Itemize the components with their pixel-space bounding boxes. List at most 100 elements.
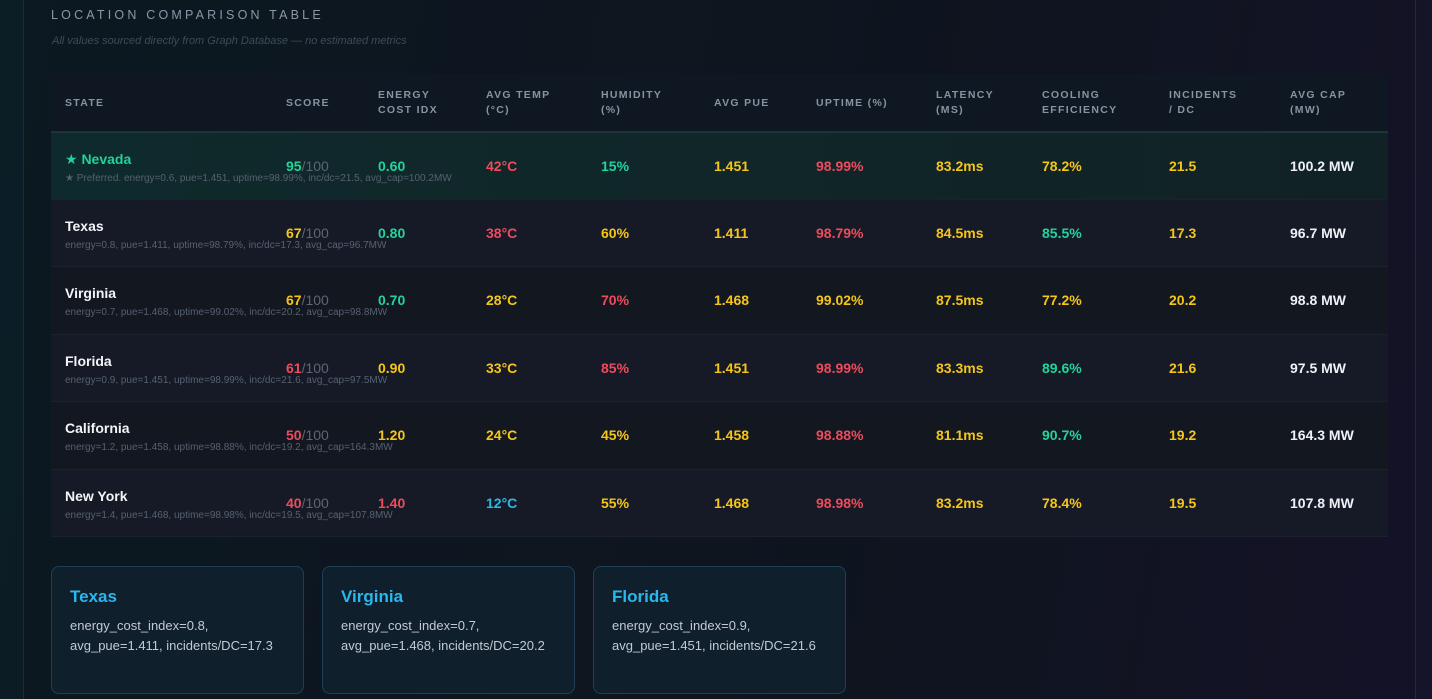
- state-name: Texas: [65, 217, 104, 234]
- latency-cell: 84.5ms: [936, 224, 984, 241]
- state-metrics-summary: energy=1.4, pue=1.468, uptime=98.98%, in…: [65, 509, 393, 521]
- uptime-cell: 99.02%: [816, 292, 864, 309]
- table-body: ★ Nevada ★ Preferred. energy=0.6, pue=1.4…: [51, 132, 1388, 537]
- table-row[interactable]: Texas energy=0.8, pue=1.411, uptime=98.79…: [51, 199, 1388, 267]
- table-row[interactable]: New York energy=1.4, pue=1.468, uptime=98…: [51, 469, 1388, 537]
- score-cell: 67/100: [286, 267, 329, 334]
- latency-cell: 87.5ms: [936, 292, 984, 309]
- uptime-cell: 98.99%: [816, 359, 864, 376]
- incidents-cell: 21.5: [1169, 157, 1197, 174]
- cooling-efficiency-cell: 78.4%: [1042, 494, 1082, 511]
- incidents-cell: 19.5: [1169, 494, 1197, 511]
- card-title: Virginia: [341, 587, 404, 606]
- incidents-cell: 19.2: [1169, 427, 1197, 444]
- energy-cost-cell: 1.20: [378, 427, 406, 444]
- table-row[interactable]: ★ Nevada ★ Preferred. energy=0.6, pue=1.4…: [51, 132, 1388, 200]
- state-name: Virginia: [65, 285, 117, 301]
- table-row[interactable]: Florida energy=0.9, pue=1.451, uptime=98.…: [51, 334, 1388, 402]
- column-header[interactable]: ENERGY COST IDX: [378, 74, 478, 132]
- score-value: 67: [286, 224, 302, 241]
- card-body: energy_cost_index=0.9, avg_pue=1.451, in…: [612, 618, 816, 653]
- energy-cost-cell: 1.40: [378, 494, 406, 511]
- state-metrics-summary: energy=0.7, pue=1.468, uptime=99.02%, in…: [65, 307, 388, 318]
- highlight-card[interactable]: Virginia energy_cost_index=0.7, avg_pue=1…: [322, 566, 575, 694]
- uptime-cell: 98.99%: [816, 157, 864, 174]
- score-value: 61: [286, 359, 302, 376]
- humidity-cell: 15%: [601, 157, 630, 174]
- state-name: California: [65, 420, 130, 436]
- highlight-card[interactable]: Texas energy_cost_index=0.8, avg_pue=1.41…: [51, 566, 304, 694]
- avg-cap-cell: 107.8 MW: [1290, 494, 1354, 511]
- humidity-cell: 45%: [601, 427, 630, 444]
- score-value: 95: [286, 157, 302, 174]
- avg-temp-cell: 38°C: [486, 224, 518, 241]
- highlight-card[interactable]: Florida energy_cost_index=0.9, avg_pue=1.…: [593, 566, 846, 694]
- section-title: LOCATION COMPARISON TABLE: [51, 8, 324, 22]
- column-header[interactable]: INCIDENTS / DC: [1169, 74, 1279, 132]
- section-subtitle: All values sourced directly from Graph D…: [52, 35, 407, 47]
- score-cell: 67/100: [286, 200, 329, 267]
- score-value: 67: [286, 292, 302, 309]
- column-header[interactable]: AVG PUE: [714, 74, 804, 132]
- state-name: New York: [65, 487, 128, 504]
- latency-cell: 83.2ms: [936, 157, 984, 174]
- uptime-cell: 98.79%: [816, 224, 864, 241]
- card-title: Florida: [612, 587, 669, 606]
- avg-temp-cell: 12°C: [486, 494, 518, 511]
- column-header[interactable]: UPTIME (%): [816, 74, 926, 132]
- column-header[interactable]: LATENCY (MS): [936, 74, 1036, 132]
- column-header[interactable]: SCORE: [286, 74, 366, 132]
- state-metrics-summary: energy=0.9, pue=1.451, uptime=98.99%, in…: [65, 374, 388, 386]
- cooling-efficiency-cell: 85.5%: [1042, 224, 1082, 241]
- score-max: /100: [301, 494, 329, 511]
- column-header[interactable]: AVG CAP (MW): [1290, 74, 1390, 132]
- state-metrics-summary: energy=0.8, pue=1.411, uptime=98.79%, in…: [65, 239, 387, 251]
- humidity-cell: 85%: [601, 359, 630, 376]
- score-value: 40: [286, 494, 302, 511]
- card-title: Texas: [70, 587, 117, 606]
- incidents-cell: 21.6: [1169, 359, 1197, 376]
- avg-temp-cell: 33°C: [486, 359, 518, 376]
- uptime-cell: 98.98%: [816, 494, 864, 511]
- column-header[interactable]: AVG TEMP (°C): [486, 74, 586, 132]
- avg-temp-cell: 28°C: [486, 292, 518, 309]
- cooling-efficiency-cell: 89.6%: [1042, 359, 1082, 376]
- score-value: 50: [286, 427, 302, 444]
- table-row[interactable]: Virginia energy=0.7, pue=1.468, uptime=99…: [51, 267, 1388, 335]
- avg-temp-cell: 24°C: [486, 427, 518, 444]
- latency-cell: 81.1ms: [936, 427, 984, 444]
- card-body: energy_cost_index=0.8, avg_pue=1.411, in…: [70, 618, 273, 653]
- column-header[interactable]: COOLING EFFICIENCY: [1042, 74, 1162, 132]
- table-row[interactable]: California energy=1.2, pue=1.458, uptime=…: [51, 402, 1388, 470]
- latency-cell: 83.3ms: [936, 359, 984, 376]
- avg-pue-cell: 1.451: [714, 359, 750, 376]
- latency-cell: 83.2ms: [936, 494, 984, 511]
- avg-cap-cell: 97.5 MW: [1290, 359, 1347, 376]
- state-metrics-summary: energy=1.2, pue=1.458, uptime=98.88%, in…: [65, 442, 393, 453]
- state-name: Florida: [65, 352, 112, 369]
- cooling-efficiency-cell: 77.2%: [1042, 292, 1082, 309]
- score-cell: 50/100: [286, 402, 329, 469]
- avg-temp-cell: 42°C: [486, 157, 518, 174]
- score-cell: 95/100: [286, 133, 329, 199]
- incidents-cell: 17.3: [1169, 224, 1197, 241]
- avg-pue-cell: 1.468: [714, 494, 750, 511]
- score-cell: 61/100: [286, 335, 329, 402]
- column-header[interactable]: STATE: [65, 74, 265, 132]
- score-cell: 40/100: [286, 470, 329, 537]
- humidity-cell: 55%: [601, 494, 630, 511]
- score-max: /100: [301, 427, 329, 444]
- energy-cost-cell: 0.80: [378, 224, 406, 241]
- energy-cost-cell: 0.70: [378, 292, 406, 309]
- avg-cap-cell: 96.7 MW: [1290, 224, 1347, 241]
- humidity-cell: 60%: [601, 224, 630, 241]
- avg-pue-cell: 1.451: [714, 157, 750, 174]
- cooling-efficiency-cell: 90.7%: [1042, 427, 1082, 444]
- card-body: energy_cost_index=0.7, avg_pue=1.468, in…: [341, 618, 545, 653]
- score-max: /100: [301, 359, 329, 376]
- table-header: STATE SCORE ENERGY COST IDX AVG TEMP (°C) HU…: [51, 74, 1388, 132]
- energy-cost-cell: 0.90: [378, 359, 406, 376]
- energy-cost-cell: 0.60: [378, 157, 406, 174]
- score-max: /100: [301, 157, 329, 174]
- column-header[interactable]: HUMIDITY (%): [601, 74, 701, 132]
